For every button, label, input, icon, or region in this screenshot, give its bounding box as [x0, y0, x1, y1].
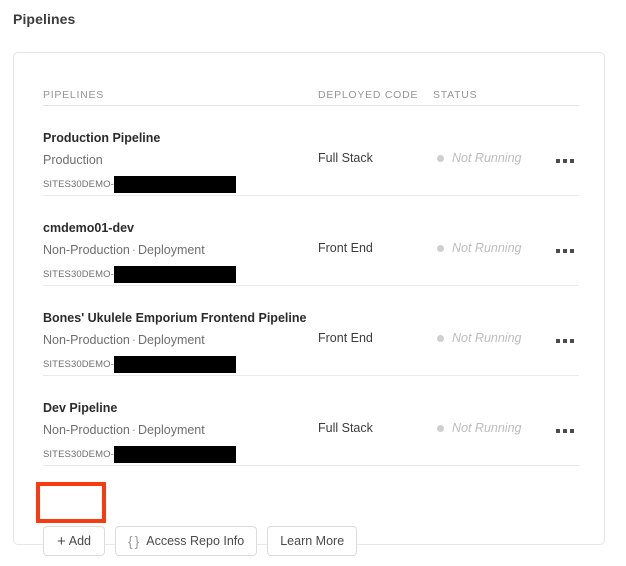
status-cell: Not Running: [437, 241, 522, 255]
environment-label: Production: [43, 153, 103, 167]
redacted-repo-name: [113, 266, 236, 283]
pipeline-name: Production Pipeline: [43, 131, 161, 145]
environment-label: Non-Production: [43, 243, 130, 257]
environment-label: Non-Production: [43, 333, 130, 347]
plus-icon: +: [56, 532, 66, 550]
pipeline-environment: Production: [43, 153, 103, 167]
pipelines-card: PIPELINES DEPLOYED CODE STATUS Productio…: [13, 52, 605, 556]
status-cell: Not Running: [437, 331, 522, 345]
table-row[interactable]: Production Pipeline Production SITES30DE…: [43, 106, 580, 196]
table-header-area: PIPELINES DEPLOYED CODE STATUS: [43, 53, 580, 106]
status-label: Not Running: [452, 331, 522, 345]
deployed-code-value: Front End: [318, 241, 373, 255]
status-dot-icon: [437, 334, 444, 342]
redacted-repo-name: [113, 176, 236, 193]
add-button[interactable]: + Add: [43, 526, 105, 556]
pipeline-type-label: Deployment: [138, 423, 205, 437]
column-header-status: STATUS: [433, 89, 478, 101]
pipeline-name: Bones' Ukulele Emporium Frontend Pipelin…: [43, 311, 307, 325]
pipeline-type-label: Deployment: [138, 243, 205, 257]
table-row[interactable]: Bones' Ukulele Emporium Frontend Pipelin…: [43, 286, 580, 376]
redacted-repo-name: [113, 356, 236, 373]
status-dot-icon: [437, 154, 444, 162]
ellipsis-icon[interactable]: [556, 154, 580, 168]
pipeline-name: cmdemo01-dev: [43, 221, 135, 235]
status-cell: Not Running: [437, 421, 522, 435]
pipelines-list: Production Pipeline Production SITES30DE…: [43, 106, 580, 466]
ellipsis-icon[interactable]: [556, 424, 580, 438]
pipeline-name: Dev Pipeline: [43, 401, 118, 415]
table-row[interactable]: cmdemo01-dev Non-Production · Deployment S…: [43, 196, 580, 286]
pipeline-repo: SITES30DEMO-: [43, 446, 236, 463]
deployed-code-value: Full Stack: [318, 421, 373, 435]
column-header-deployed-code: DEPLOYED CODE: [318, 89, 419, 101]
pipeline-environment: Non-Production · Deployment: [43, 243, 205, 257]
table-header-row: PIPELINES DEPLOYED CODE STATUS: [43, 53, 580, 106]
status-dot-icon: [437, 424, 444, 432]
column-header-pipelines: PIPELINES: [43, 89, 105, 101]
separator-dot: ·: [131, 333, 137, 347]
separator-dot: ·: [131, 423, 137, 437]
separator-dot: ·: [131, 243, 137, 257]
repo-prefix-label: SITES30DEMO-: [43, 359, 114, 370]
pipeline-environment: Non-Production · Deployment: [43, 423, 205, 437]
card-action-bar: + Add { } Access Repo Info Learn More: [43, 526, 358, 556]
table-row[interactable]: Dev Pipeline Non-Production · Deployment S…: [43, 376, 580, 466]
pipeline-repo: SITES30DEMO-: [43, 176, 236, 193]
status-cell: Not Running: [437, 151, 522, 165]
status-label: Not Running: [452, 241, 522, 255]
pipeline-environment: Non-Production · Deployment: [43, 333, 205, 347]
learn-more-button[interactable]: Learn More: [267, 526, 358, 556]
repo-prefix-label: SITES30DEMO-: [43, 269, 114, 280]
repo-prefix-label: SITES30DEMO-: [43, 179, 114, 190]
status-label: Not Running: [452, 151, 522, 165]
deployed-code-value: Full Stack: [318, 151, 373, 165]
learn-more-label: Learn More: [280, 534, 345, 548]
curly-braces-icon: { }: [128, 533, 139, 549]
status-label: Not Running: [452, 421, 522, 435]
deployed-code-value: Front End: [318, 331, 373, 345]
access-repo-info-button[interactable]: { } Access Repo Info: [115, 526, 258, 556]
repo-prefix-label: SITES30DEMO-: [43, 449, 114, 460]
pipeline-repo: SITES30DEMO-: [43, 356, 236, 373]
status-dot-icon: [437, 244, 444, 252]
add-button-label: Add: [68, 534, 91, 548]
ellipsis-icon[interactable]: [556, 244, 580, 258]
row-divider: [43, 465, 579, 466]
ellipsis-icon[interactable]: [556, 334, 580, 348]
access-repo-info-label: Access Repo Info: [146, 534, 245, 548]
environment-label: Non-Production: [43, 423, 130, 437]
redacted-repo-name: [113, 446, 236, 463]
page-title: Pipelines: [13, 11, 76, 27]
pipeline-type-label: Deployment: [138, 333, 205, 347]
pipeline-repo: SITES30DEMO-: [43, 266, 236, 283]
